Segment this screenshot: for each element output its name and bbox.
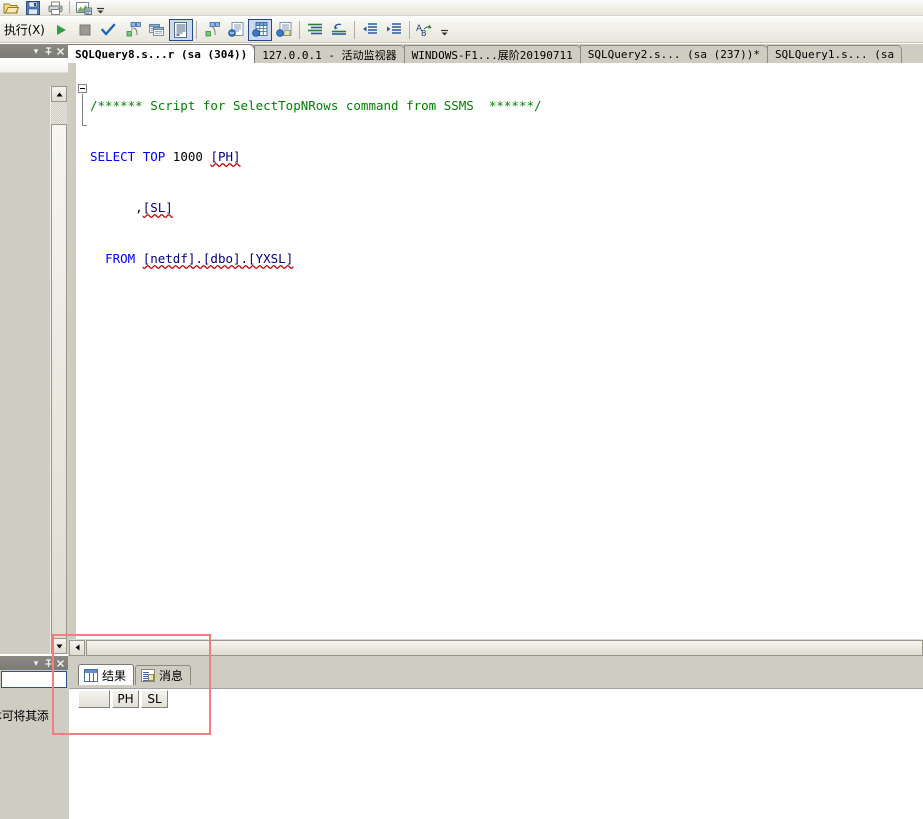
- scroll-down-arrow-icon[interactable]: [51, 638, 67, 654]
- execute-label: 执行(X): [4, 23, 45, 37]
- design-query-icon[interactable]: [73, 0, 95, 15]
- code-comma-prefix: ,: [90, 200, 143, 215]
- document-tab-label: WINDOWS-F1...展阶20190711: [411, 48, 573, 62]
- document-tab-sqlquery2[interactable]: SQLQuery2.s... (sa (237))*: [579, 45, 768, 63]
- document-tab-label: SQLQuery1.s... (sa: [774, 48, 895, 61]
- scrollbar-thumb[interactable]: [51, 124, 67, 648]
- grid-row-header-corner[interactable]: [78, 690, 110, 708]
- comment-lines-icon[interactable]: [303, 19, 327, 41]
- results-tab-label: 消息: [159, 669, 184, 683]
- open-file-icon[interactable]: [0, 0, 22, 15]
- results-to-file-icon[interactable]: [272, 19, 296, 41]
- toolbox-hint-text: 本可将其添: [0, 709, 49, 723]
- results-tab-label: 结果: [102, 668, 127, 683]
- toolbar-separator: [195, 20, 197, 39]
- object-explorer-vertical-scrollbar[interactable]: [50, 86, 67, 654]
- grid-column-header-sl[interactable]: SL: [141, 690, 168, 708]
- toolbar-separator: [298, 20, 300, 39]
- panel-pin-icon[interactable]: [42, 45, 54, 57]
- sql-keyword-from: FROM: [105, 251, 136, 266]
- parse-check-icon[interactable]: [97, 19, 121, 41]
- panel-dropdown-icon[interactable]: ▾: [30, 45, 42, 57]
- editor-outlining-margin[interactable]: [76, 63, 90, 639]
- fold-bracket-foot: [82, 125, 87, 126]
- results-tab-grid[interactable]: 结果: [78, 664, 135, 685]
- query-options-icon[interactable]: [145, 19, 169, 41]
- toolbar-overflow-chevron-down-icon[interactable]: [95, 0, 106, 15]
- include-client-stats-icon[interactable]: [200, 19, 224, 41]
- sql-table-reference: [netdf].[dbo].[YXSL]: [142, 251, 294, 266]
- fold-bracket-line: [82, 94, 83, 126]
- object-explorer-caption-bar: ▾: [0, 44, 68, 58]
- toolbar-separator: [69, 1, 70, 14]
- toolbox-items-area: [0, 742, 68, 819]
- grid-icon: [84, 668, 98, 682]
- scroll-up-arrow-icon[interactable]: [51, 86, 67, 102]
- stop-icon[interactable]: [73, 19, 97, 41]
- editor-code-content[interactable]: /****** Script for SelectTopNRows comman…: [90, 63, 920, 301]
- save-icon[interactable]: [22, 0, 44, 15]
- sql-number-literal: 1000: [172, 149, 203, 164]
- sql-keyword-select: SELECT: [90, 149, 136, 164]
- results-grid-header-row: PH SL: [78, 690, 170, 708]
- code-line-select: SELECT TOP 1000 [PH]: [90, 148, 920, 165]
- document-tab-activity-monitor[interactable]: 127.0.0.1 - 活动监视器: [254, 45, 405, 63]
- grid-column-header-ph[interactable]: PH: [112, 690, 139, 708]
- results-to-grid-icon[interactable]: [247, 18, 272, 41]
- query-toolbar-overflow-chevron-down-icon[interactable]: [439, 22, 450, 37]
- toolbox-search-input[interactable]: [1, 671, 67, 688]
- print-icon[interactable]: [44, 0, 66, 15]
- sql-identifier-sl: [SL]: [142, 200, 173, 215]
- sql-text-editor[interactable]: /****** Script for SelectTopNRows comman…: [69, 63, 923, 639]
- sql-keyword-top: TOP: [142, 149, 166, 164]
- message-icon: [141, 669, 156, 682]
- specify-values-icon[interactable]: A B: [413, 19, 437, 41]
- svg-text:B: B: [421, 29, 427, 37]
- panel-close-icon[interactable]: [54, 45, 66, 57]
- code-comment-text: /****** Script for SelectTopNRows comman…: [90, 98, 542, 113]
- toolbox-panel: ▾: [0, 656, 68, 819]
- toolbox-dropdown-icon[interactable]: ▾: [30, 657, 42, 669]
- sql-identifier-ph: [PH]: [210, 149, 241, 164]
- document-tab-label: SQLQuery8.s...r (sa (304)): [75, 47, 248, 61]
- document-tab-windows-f1[interactable]: WINDOWS-F1...展阶20190711: [403, 45, 581, 63]
- code-line-from: FROM [netdf].[dbo].[YXSL]: [90, 250, 920, 267]
- horizontal-scrollbar-thumb[interactable]: [86, 639, 923, 656]
- toolbar-separator: [353, 20, 355, 39]
- document-tab-label: SQLQuery2.s... (sa (237))*: [587, 48, 760, 61]
- editor-horizontal-scrollbar[interactable]: [69, 639, 923, 656]
- results-tab-bar: 结果 消息: [78, 664, 192, 685]
- uncomment-lines-icon[interactable]: [327, 19, 351, 41]
- toolbox-close-icon[interactable]: [54, 657, 66, 669]
- execute-play-icon[interactable]: [49, 19, 73, 41]
- query-toolbar: 执行(X) A B: [0, 17, 923, 43]
- code-line-column-sl: ,[SL]: [90, 199, 920, 216]
- increase-indent-icon[interactable]: [382, 19, 406, 41]
- decrease-indent-icon[interactable]: [358, 19, 382, 41]
- toolbar-separator: [408, 20, 410, 39]
- document-tab-label: 127.0.0.1 - 活动监视器: [262, 48, 397, 62]
- results-tab-messages[interactable]: 消息: [135, 665, 192, 685]
- display-estimated-plan-icon[interactable]: [121, 19, 145, 41]
- scrollbar-track[interactable]: [51, 102, 67, 648]
- toolbox-caption-bar: ▾: [0, 656, 68, 670]
- scroll-left-arrow-icon[interactable]: [69, 639, 85, 656]
- include-actual-plan-icon[interactable]: [168, 18, 193, 41]
- main-toolbar-row-1: [0, 0, 923, 16]
- document-tab-sqlquery1[interactable]: SQLQuery1.s... (sa: [766, 45, 903, 63]
- code-line-comment: /****** Script for SelectTopNRows comman…: [90, 97, 920, 114]
- toolbox-pin-icon[interactable]: [42, 657, 54, 669]
- document-tab-bar: SQLQuery8.s...r (sa (304)) 127.0.0.1 - 活…: [68, 44, 923, 63]
- document-tab-sqlquery8[interactable]: SQLQuery8.s...r (sa (304)): [68, 44, 256, 63]
- results-to-text-icon[interactable]: [224, 19, 248, 41]
- fold-collapse-box[interactable]: [78, 84, 87, 93]
- results-grid[interactable]: PH SL: [69, 688, 923, 819]
